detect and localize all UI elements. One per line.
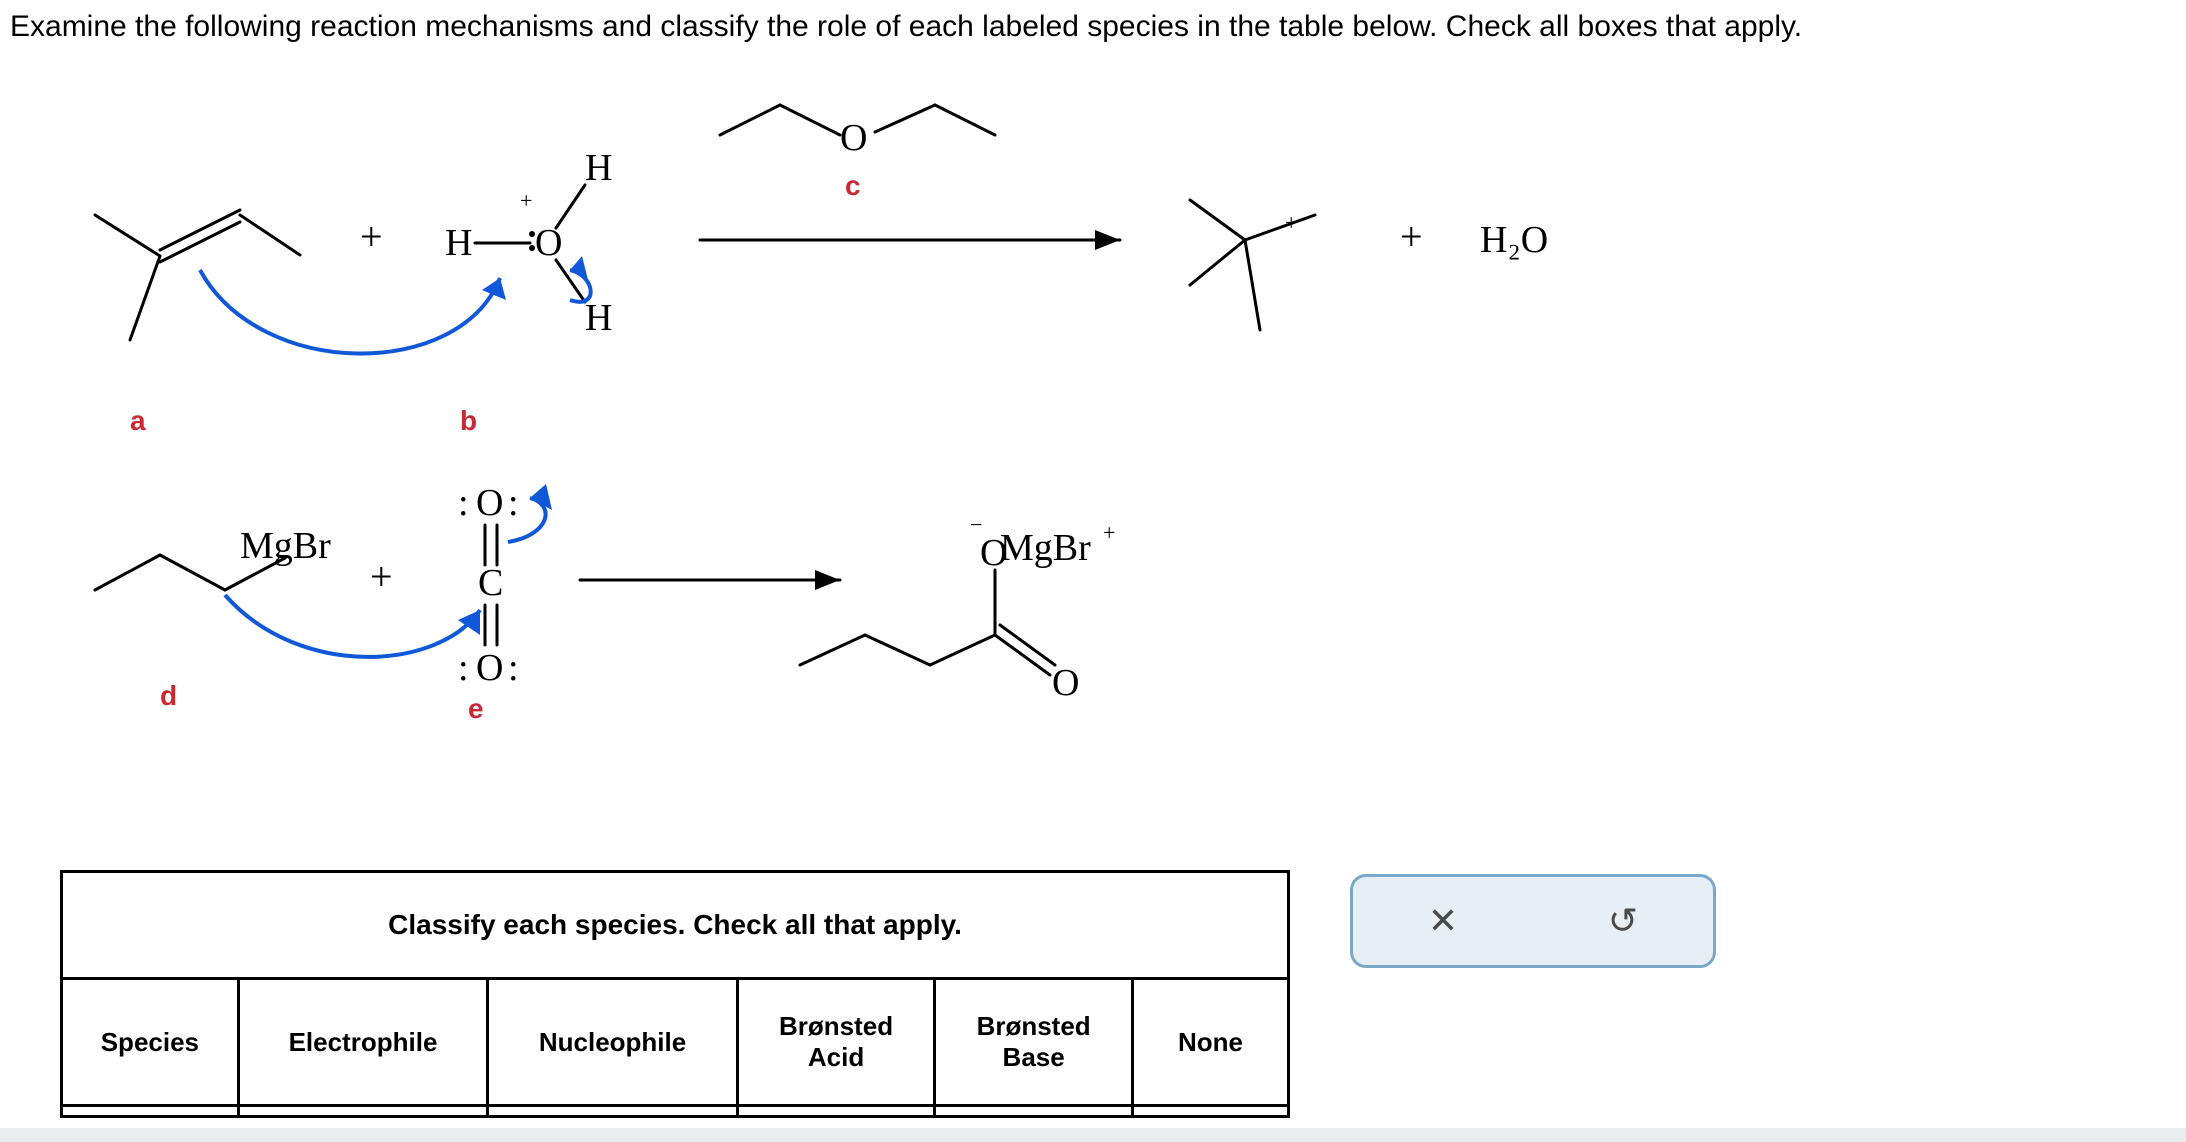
product-water: H₂O xyxy=(1480,219,1548,261)
svg-text::: : xyxy=(508,647,519,689)
table-caption: Classify each species. Check all that ap… xyxy=(62,872,1289,979)
reset-icon[interactable]: ↺ xyxy=(1608,903,1638,939)
svg-text:H: H xyxy=(445,222,472,264)
svg-text:C: C xyxy=(478,562,503,604)
svg-text::: : xyxy=(458,647,469,689)
label-b: b xyxy=(460,405,477,436)
svg-text:O: O xyxy=(476,647,503,689)
col-bronsted-base: BrønstedBase xyxy=(935,979,1133,1106)
species-e: : O : C : O : xyxy=(458,482,519,689)
col-species: Species xyxy=(62,979,239,1106)
product-carboxylate: O − O MgBr + xyxy=(800,512,1115,704)
svg-text:H: H xyxy=(585,147,612,189)
svg-text:O: O xyxy=(840,117,867,159)
svg-text::: : xyxy=(508,482,519,524)
species-c: O xyxy=(720,105,995,159)
question-text: Examine the following reaction mechanism… xyxy=(10,10,1802,44)
svg-text:−: − xyxy=(970,512,982,537)
svg-text:+: + xyxy=(1103,520,1115,545)
svg-text:+: + xyxy=(520,188,532,213)
col-bronsted-acid: BrønstedAcid xyxy=(737,979,935,1106)
answer-toolbar: ✕ ↺ xyxy=(1350,874,1716,968)
classification-table: Classify each species. Check all that ap… xyxy=(60,870,1290,1118)
svg-text::: : xyxy=(458,482,469,524)
reaction-diagram: a + H O H H + b xyxy=(40,80,2040,840)
mechanism-arrow-1 xyxy=(200,270,500,354)
label-e: e xyxy=(468,693,484,724)
label-c: c xyxy=(845,170,861,201)
col-nucleophile: Nucleophile xyxy=(488,979,738,1106)
svg-text:O: O xyxy=(476,482,503,524)
species-b: H O H H + xyxy=(445,147,612,339)
label-d: d xyxy=(160,680,177,711)
svg-text:MgBr: MgBr xyxy=(1000,527,1091,569)
label-a: a xyxy=(130,405,146,436)
species-a xyxy=(95,210,300,340)
svg-text:O: O xyxy=(1052,662,1079,704)
col-none: None xyxy=(1132,979,1288,1106)
col-electrophile: Electrophile xyxy=(238,979,488,1106)
product-carbocation: + xyxy=(1190,200,1315,330)
mechanism-arrow-3 xyxy=(225,595,480,657)
svg-text:MgBr: MgBr xyxy=(240,525,331,567)
plus-3: + xyxy=(370,554,393,599)
svg-text:H: H xyxy=(585,297,612,339)
close-icon[interactable]: ✕ xyxy=(1428,903,1458,939)
svg-text:+: + xyxy=(1285,210,1297,235)
species-d: MgBr xyxy=(95,525,331,590)
bottom-edge xyxy=(0,1128,2186,1142)
plus-1: + xyxy=(360,214,383,259)
plus-2: + xyxy=(1400,214,1423,259)
svg-text:O: O xyxy=(535,222,562,264)
